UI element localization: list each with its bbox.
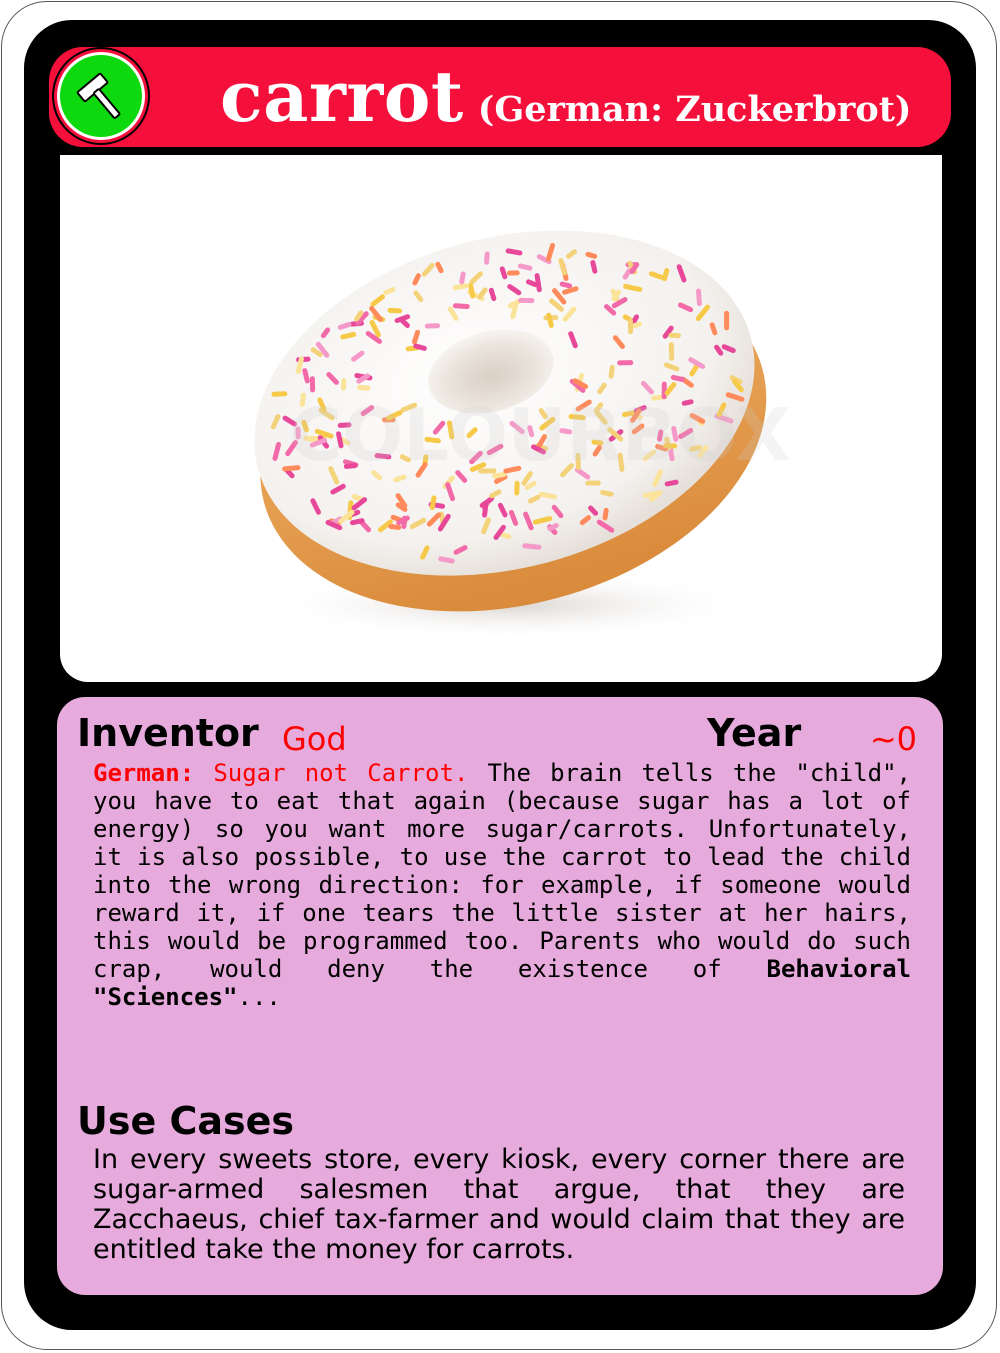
sprinkle bbox=[627, 318, 634, 335]
title-subtitle: (German: Zuckerbrot) bbox=[477, 89, 912, 130]
sprinkle bbox=[724, 310, 730, 331]
sprinkle bbox=[514, 480, 520, 496]
sprinkle bbox=[387, 307, 403, 314]
inventor-row: Inventor God Year ~0 bbox=[77, 711, 923, 761]
inventor-value: God bbox=[282, 720, 347, 758]
description-highlight: Sugar not Carrot. bbox=[194, 759, 469, 787]
description: German: Sugar not Carrot. The brain tell… bbox=[93, 759, 911, 1011]
sprinkle bbox=[518, 297, 535, 304]
donut-image: COLOURBOX bbox=[254, 230, 791, 640]
sprinkle bbox=[668, 342, 675, 361]
year-label: Year bbox=[707, 711, 802, 755]
description-suffix: ... bbox=[237, 983, 281, 1011]
sprinkle bbox=[585, 480, 601, 486]
hammer-icon bbox=[76, 72, 121, 119]
watermark: COLOURBOX bbox=[289, 393, 791, 477]
use-cases-title: Use Cases bbox=[77, 1099, 295, 1143]
card-title: carrot (German: Zuckerbrot) bbox=[220, 55, 920, 140]
sprinkle bbox=[617, 360, 634, 366]
sprinkle bbox=[668, 332, 681, 339]
description-prefix: German: bbox=[93, 759, 195, 787]
use-cases-text: In every sweets store, every kiosk, ever… bbox=[93, 1144, 905, 1265]
sprinkle bbox=[309, 376, 316, 393]
sprinkle bbox=[401, 515, 407, 529]
inventor-label: Inventor bbox=[77, 711, 259, 755]
sprinkle bbox=[424, 323, 441, 329]
image-panel: COLOURBOX bbox=[60, 155, 942, 682]
sprinkle bbox=[271, 391, 288, 397]
sprinkle bbox=[484, 251, 490, 265]
info-panel: Inventor God Year ~0 German: Sugar not C… bbox=[57, 697, 943, 1295]
title-main: carrot bbox=[220, 55, 464, 138]
year-value: ~0 bbox=[869, 720, 917, 758]
sprinkle bbox=[340, 378, 347, 391]
category-badge bbox=[57, 52, 145, 140]
sprinkle bbox=[507, 270, 520, 276]
description-body: The brain tells the "child", you have to… bbox=[93, 759, 911, 983]
